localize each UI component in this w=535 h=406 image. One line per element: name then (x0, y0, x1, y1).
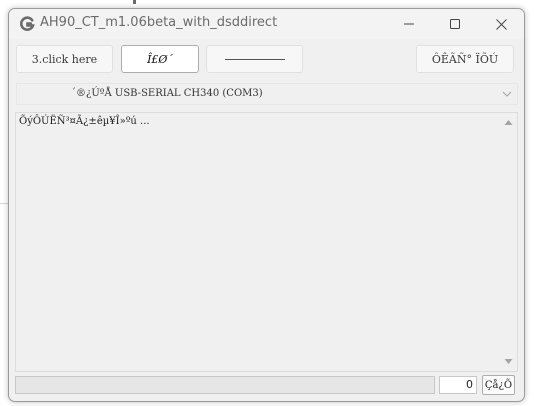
desktop-background (0, 0, 535, 8)
clear-button[interactable]: Çå¿Õ (482, 375, 515, 395)
count-field[interactable]: 0 (439, 376, 477, 394)
desktop-divider (0, 203, 8, 204)
port-selected-value: ´®¿ÚºÅ USB-SERIAL CH340 (COM3) (71, 88, 263, 99)
minimize-icon (404, 23, 414, 25)
g-logo-icon (20, 16, 35, 31)
toolbar-button-2[interactable]: Î£Ø´ (121, 45, 199, 73)
window-title: AH90_CT_m1.06beta_with_dsddirect (40, 15, 278, 30)
title-bar[interactable]: AH90_CT_m1.06beta_with_dsddirect (9, 9, 524, 39)
log-scrollbar[interactable] (500, 113, 517, 371)
toolbar-button-4[interactable]: ÔÊÃÑ° ÏÕÚ (416, 45, 514, 73)
maximize-icon (450, 19, 460, 29)
dash-line-label (224, 58, 285, 60)
maximize-button[interactable] (432, 9, 478, 39)
status-bar (15, 376, 435, 394)
scroll-down-arrow-icon[interactable] (503, 356, 514, 367)
close-icon (495, 18, 507, 30)
minimize-button[interactable] (386, 9, 432, 39)
chevron-down-icon (502, 91, 512, 97)
port-select-dropdown[interactable]: ´®¿ÚºÅ USB-SERIAL CH340 (COM3) (16, 83, 518, 105)
mouse-cursor-icon (133, 0, 136, 4)
log-textarea[interactable]: ÕýÔÚËÑ³¤Ã¿±êµ¥Î»ºú ... (15, 112, 518, 372)
toolbar-button-3[interactable] (206, 45, 303, 73)
click-here-button[interactable]: 3.click here (16, 45, 113, 73)
log-message: ÕýÔÚËÑ³¤Ã¿±êµ¥Î»ºú ... (19, 116, 150, 127)
close-button[interactable] (478, 9, 524, 39)
app-window: AH90_CT_m1.06beta_with_dsddirect 3.click… (8, 8, 525, 402)
scroll-up-arrow-icon[interactable] (503, 117, 514, 128)
